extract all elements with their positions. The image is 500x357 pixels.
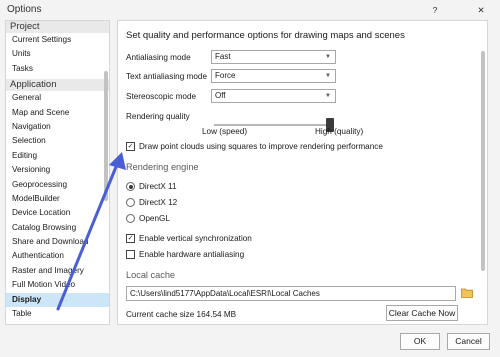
opengl-label: OpenGL bbox=[139, 214, 170, 223]
window-title: Options bbox=[7, 4, 42, 15]
sidebar-item-modelbuilder[interactable]: ModelBuilder bbox=[6, 192, 109, 206]
point-clouds-label: Draw point clouds using squares to impro… bbox=[139, 142, 383, 151]
rendering-quality-track[interactable] bbox=[214, 124, 334, 126]
sidebar-item-tasks[interactable]: Tasks bbox=[6, 62, 109, 76]
sidebar-scrollbar[interactable] bbox=[104, 71, 108, 201]
directx11-label: DirectX 11 bbox=[139, 182, 177, 191]
chevron-down-icon: ▼ bbox=[325, 54, 331, 60]
cache-size-label: Current cache size 164.54 MB bbox=[126, 310, 237, 319]
local-cache-heading: Local cache bbox=[126, 270, 176, 280]
sidebar-item-raster-and-imagery[interactable]: Raster and Imagery bbox=[6, 264, 109, 278]
ok-button[interactable]: OK bbox=[400, 333, 440, 350]
content-scrollbar[interactable] bbox=[481, 51, 485, 271]
sidebar-item-selection[interactable]: Selection bbox=[6, 134, 109, 148]
sidebar-item-authentication[interactable]: Authentication bbox=[6, 249, 109, 263]
sidebar-item-catalog-browsing[interactable]: Catalog Browsing bbox=[6, 221, 109, 235]
sidebar-item-navigation[interactable]: Navigation bbox=[6, 120, 109, 134]
options-sidebar: Project Current Settings Units Tasks App… bbox=[5, 20, 110, 325]
sidebar-item-geoprocessing[interactable]: Geoprocessing bbox=[6, 178, 109, 192]
sidebar-item-current-settings[interactable]: Current Settings bbox=[6, 33, 109, 47]
help-button[interactable]: ? bbox=[420, 0, 450, 20]
stereoscopic-select[interactable]: Off ▼ bbox=[211, 89, 336, 103]
sidebar-item-table[interactable]: Table bbox=[6, 307, 109, 321]
text-antialiasing-value: Force bbox=[215, 71, 236, 80]
sidebar-item-editing[interactable]: Editing bbox=[6, 149, 109, 163]
vsync-checkbox[interactable]: ✓ bbox=[126, 234, 135, 243]
stereoscopic-label: Stereoscopic mode bbox=[126, 92, 197, 101]
sidebar-item-units[interactable]: Units bbox=[6, 47, 109, 61]
directx12-label: DirectX 12 bbox=[139, 198, 178, 207]
antialiasing-select[interactable]: Fast ▼ bbox=[211, 50, 336, 64]
folder-icon[interactable] bbox=[461, 287, 473, 298]
stereoscopic-value: Off bbox=[215, 91, 226, 100]
sidebar-item-full-motion-video[interactable]: Full Motion Video bbox=[6, 278, 109, 292]
sidebar-item-versioning[interactable]: Versioning bbox=[6, 163, 109, 177]
point-clouds-checkbox[interactable]: ✓ bbox=[126, 142, 135, 151]
antialiasing-value: Fast bbox=[215, 52, 231, 61]
radio-opengl[interactable] bbox=[126, 214, 135, 223]
hw-antialiasing-label: Enable hardware antialiasing bbox=[139, 250, 245, 259]
sidebar-item-map-and-scene[interactable]: Map and Scene bbox=[6, 106, 109, 120]
title-bar: Options ? ✕ bbox=[0, 0, 500, 20]
clear-cache-button[interactable]: Clear Cache Now bbox=[386, 305, 458, 321]
radio-directx12[interactable] bbox=[126, 198, 135, 207]
slider-low-label: Low (speed) bbox=[202, 127, 248, 136]
sidebar-item-general[interactable]: General bbox=[6, 91, 109, 105]
panel-heading: Set quality and performance options for … bbox=[126, 30, 405, 41]
cache-path-field[interactable]: C:\Users\lind5177\AppData\Local\ESRI\Loc… bbox=[126, 286, 456, 301]
cancel-button[interactable]: Cancel bbox=[447, 333, 490, 350]
chevron-down-icon: ▼ bbox=[325, 93, 331, 99]
sidebar-item-display[interactable]: Display bbox=[6, 292, 109, 308]
radio-directx11[interactable] bbox=[126, 182, 135, 191]
vsync-label: Enable vertical synchronization bbox=[139, 234, 252, 243]
rendering-engine-heading: Rendering engine bbox=[126, 162, 199, 172]
section-application: Application bbox=[6, 79, 109, 92]
sidebar-item-device-location[interactable]: Device Location bbox=[6, 206, 109, 220]
slider-high-label: High (quality) bbox=[315, 127, 364, 136]
close-button[interactable]: ✕ bbox=[466, 0, 496, 20]
hw-antialiasing-checkbox[interactable] bbox=[126, 250, 135, 259]
chevron-down-icon: ▼ bbox=[325, 73, 331, 79]
section-project: Project bbox=[6, 21, 109, 33]
rendering-quality-label: Rendering quality bbox=[126, 112, 190, 121]
sidebar-item-share-and-download[interactable]: Share and Download bbox=[6, 235, 109, 249]
text-antialiasing-select[interactable]: Force ▼ bbox=[211, 69, 336, 83]
display-settings-panel: Set quality and performance options for … bbox=[117, 20, 488, 325]
antialiasing-label: Antialiasing mode bbox=[126, 53, 191, 62]
text-antialiasing-label: Text antialiasing mode bbox=[126, 72, 208, 81]
